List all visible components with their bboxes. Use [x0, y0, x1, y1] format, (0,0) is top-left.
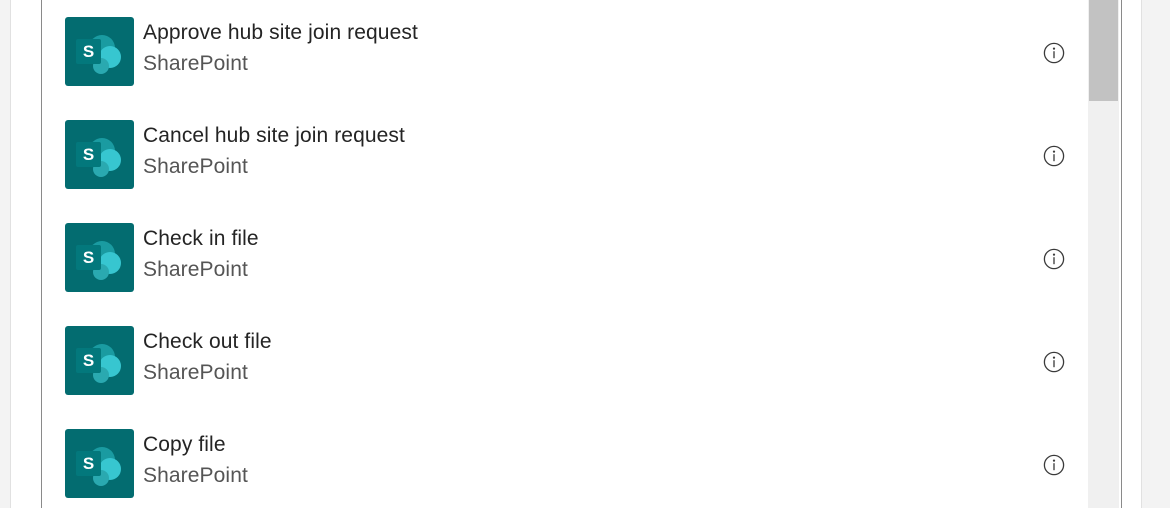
list-item-check-in-file[interactable]: S Check in file SharePoint — [42, 206, 1088, 309]
action-connector: SharePoint — [143, 464, 248, 487]
sharepoint-logo-icon: S — [65, 326, 134, 395]
vertical-scrollbar[interactable] — [1088, 0, 1119, 508]
sharepoint-logo-icon: S — [65, 120, 134, 189]
info-icon[interactable] — [1043, 454, 1065, 476]
info-icon[interactable] — [1043, 351, 1065, 373]
sharepoint-letter: S — [83, 454, 94, 473]
list-item-copy-file[interactable]: S Copy file SharePoint — [42, 412, 1088, 508]
scrollbar-thumb[interactable] — [1089, 0, 1118, 101]
sharepoint-logo-icon: S — [65, 223, 134, 292]
action-list: S Approve hub site join request SharePoi… — [42, 0, 1088, 508]
action-connector: SharePoint — [143, 155, 248, 178]
action-list-panel: S Approve hub site join request SharePoi… — [41, 0, 1122, 508]
action-connector: SharePoint — [143, 361, 248, 384]
info-icon[interactable] — [1043, 42, 1065, 64]
info-icon[interactable] — [1043, 248, 1065, 270]
info-icon[interactable] — [1043, 145, 1065, 167]
sharepoint-logo-icon: S — [65, 17, 134, 86]
action-connector: SharePoint — [143, 258, 248, 281]
action-title: Check out file — [143, 330, 272, 353]
action-title: Check in file — [143, 227, 259, 250]
sharepoint-letter: S — [83, 42, 94, 61]
list-item-approve-hub-site-join-request[interactable]: S Approve hub site join request SharePoi… — [42, 0, 1088, 103]
sharepoint-letter: S — [83, 248, 94, 267]
sharepoint-logo-icon: S — [65, 429, 134, 498]
sharepoint-letter: S — [83, 145, 94, 164]
action-title: Copy file — [143, 433, 226, 456]
action-title: Cancel hub site join request — [143, 124, 405, 147]
list-item-check-out-file[interactable]: S Check out file SharePoint — [42, 309, 1088, 412]
sharepoint-letter: S — [83, 351, 94, 370]
action-title: Approve hub site join request — [143, 21, 418, 44]
action-connector: SharePoint — [143, 52, 248, 75]
list-item-cancel-hub-site-join-request[interactable]: S Cancel hub site join request SharePoin… — [42, 103, 1088, 206]
